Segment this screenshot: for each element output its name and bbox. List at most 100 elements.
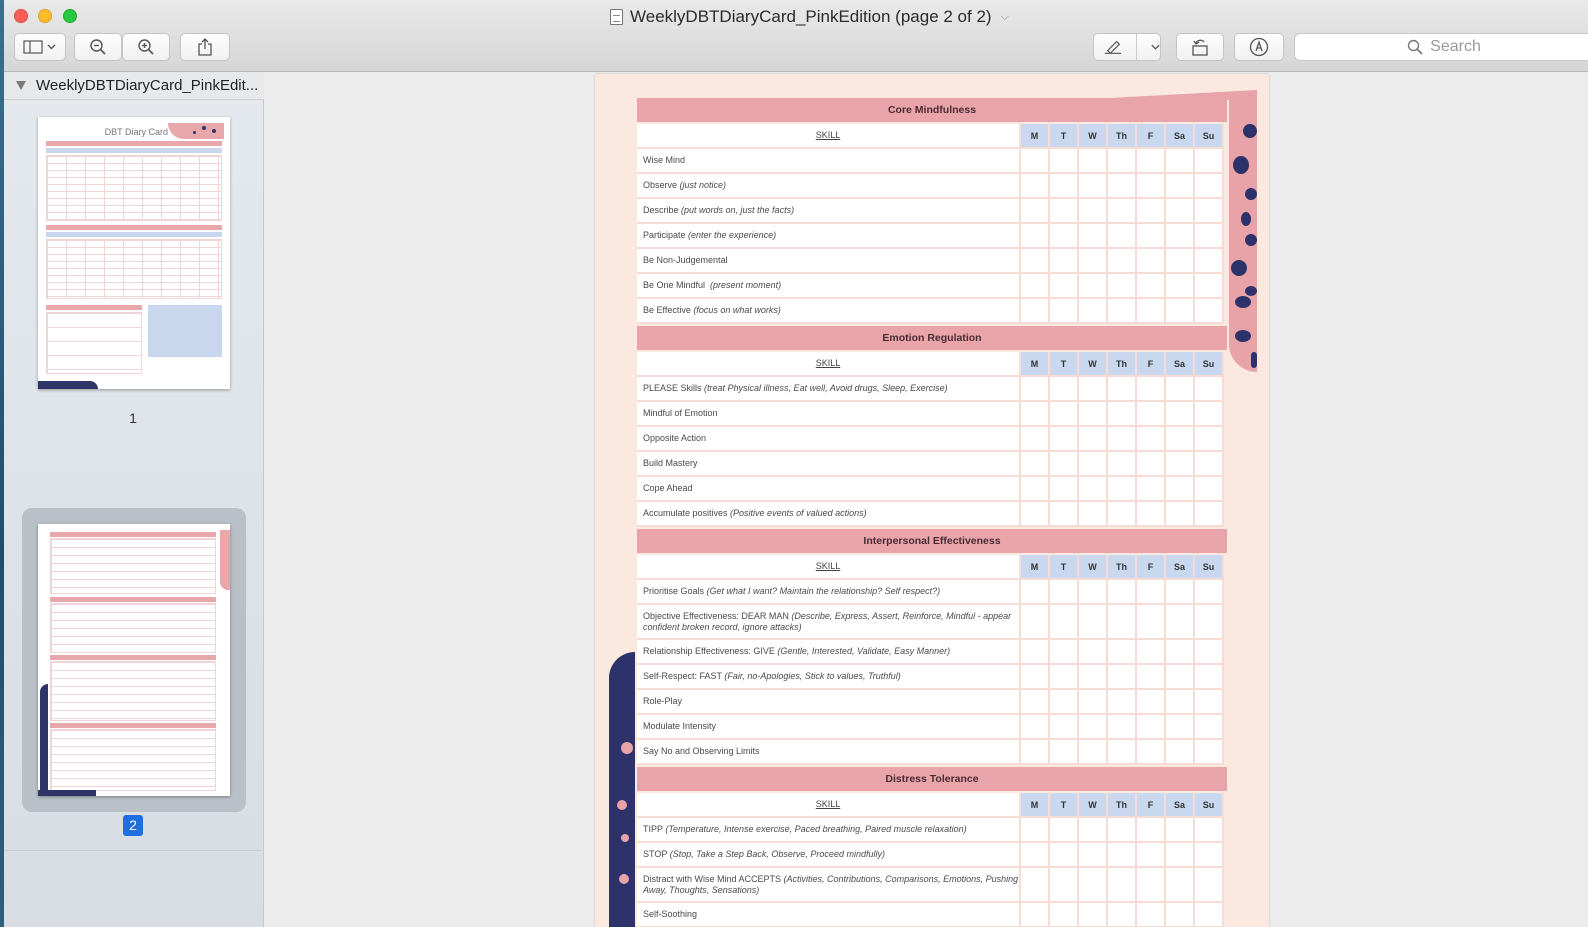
day-checkbox-cell[interactable] bbox=[1166, 690, 1195, 715]
day-checkbox-cell[interactable] bbox=[1050, 690, 1079, 715]
day-checkbox-cell[interactable] bbox=[1195, 715, 1224, 740]
day-checkbox-cell[interactable] bbox=[1137, 502, 1166, 527]
zoom-window-button[interactable] bbox=[63, 9, 77, 23]
day-checkbox-cell[interactable] bbox=[1137, 605, 1166, 640]
day-checkbox-cell[interactable] bbox=[1166, 580, 1195, 605]
day-checkbox-cell[interactable] bbox=[1166, 199, 1195, 224]
day-checkbox-cell[interactable] bbox=[1195, 818, 1224, 843]
day-checkbox-cell[interactable] bbox=[1050, 843, 1079, 868]
day-checkbox-cell[interactable] bbox=[1195, 868, 1224, 903]
day-checkbox-cell[interactable] bbox=[1079, 640, 1108, 665]
day-checkbox-cell[interactable] bbox=[1079, 818, 1108, 843]
day-checkbox-cell[interactable] bbox=[1079, 502, 1108, 527]
day-checkbox-cell[interactable] bbox=[1108, 605, 1137, 640]
day-checkbox-cell[interactable] bbox=[1195, 740, 1224, 765]
day-checkbox-cell[interactable] bbox=[1021, 502, 1050, 527]
rotate-button[interactable] bbox=[1176, 33, 1224, 61]
day-checkbox-cell[interactable] bbox=[1166, 665, 1195, 690]
zoom-out-button[interactable] bbox=[74, 33, 122, 61]
day-checkbox-cell[interactable] bbox=[1195, 843, 1224, 868]
day-checkbox-cell[interactable] bbox=[1166, 377, 1195, 402]
day-checkbox-cell[interactable] bbox=[1021, 605, 1050, 640]
day-checkbox-cell[interactable] bbox=[1079, 665, 1108, 690]
day-checkbox-cell[interactable] bbox=[1166, 640, 1195, 665]
day-checkbox-cell[interactable] bbox=[1108, 665, 1137, 690]
day-checkbox-cell[interactable] bbox=[1079, 149, 1108, 174]
day-checkbox-cell[interactable] bbox=[1108, 818, 1137, 843]
day-checkbox-cell[interactable] bbox=[1108, 452, 1137, 477]
day-checkbox-cell[interactable] bbox=[1195, 174, 1224, 199]
day-checkbox-cell[interactable] bbox=[1108, 174, 1137, 199]
day-checkbox-cell[interactable] bbox=[1195, 502, 1224, 527]
day-checkbox-cell[interactable] bbox=[1166, 149, 1195, 174]
day-checkbox-cell[interactable] bbox=[1079, 299, 1108, 324]
markup-highlight-button[interactable] bbox=[1093, 33, 1161, 61]
day-checkbox-cell[interactable] bbox=[1050, 299, 1079, 324]
day-checkbox-cell[interactable] bbox=[1166, 740, 1195, 765]
day-checkbox-cell[interactable] bbox=[1108, 299, 1137, 324]
day-checkbox-cell[interactable] bbox=[1137, 580, 1166, 605]
day-checkbox-cell[interactable] bbox=[1079, 843, 1108, 868]
day-checkbox-cell[interactable] bbox=[1050, 224, 1079, 249]
day-checkbox-cell[interactable] bbox=[1166, 452, 1195, 477]
day-checkbox-cell[interactable] bbox=[1079, 605, 1108, 640]
day-checkbox-cell[interactable] bbox=[1108, 427, 1137, 452]
day-checkbox-cell[interactable] bbox=[1166, 299, 1195, 324]
day-checkbox-cell[interactable] bbox=[1195, 665, 1224, 690]
day-checkbox-cell[interactable] bbox=[1050, 868, 1079, 903]
day-checkbox-cell[interactable] bbox=[1195, 249, 1224, 274]
day-checkbox-cell[interactable] bbox=[1079, 224, 1108, 249]
day-checkbox-cell[interactable] bbox=[1137, 274, 1166, 299]
day-checkbox-cell[interactable] bbox=[1050, 740, 1079, 765]
day-checkbox-cell[interactable] bbox=[1108, 199, 1137, 224]
day-checkbox-cell[interactable] bbox=[1108, 843, 1137, 868]
day-checkbox-cell[interactable] bbox=[1021, 843, 1050, 868]
day-checkbox-cell[interactable] bbox=[1021, 149, 1050, 174]
day-checkbox-cell[interactable] bbox=[1050, 477, 1079, 502]
day-checkbox-cell[interactable] bbox=[1050, 199, 1079, 224]
day-checkbox-cell[interactable] bbox=[1050, 580, 1079, 605]
day-checkbox-cell[interactable] bbox=[1137, 249, 1166, 274]
day-checkbox-cell[interactable] bbox=[1137, 402, 1166, 427]
day-checkbox-cell[interactable] bbox=[1021, 715, 1050, 740]
day-checkbox-cell[interactable] bbox=[1079, 477, 1108, 502]
document-view[interactable]: Core Mindfulness SKILL M T W Th F Sa Su Wise Mind… bbox=[265, 72, 1588, 927]
day-checkbox-cell[interactable] bbox=[1050, 502, 1079, 527]
day-checkbox-cell[interactable] bbox=[1137, 715, 1166, 740]
day-checkbox-cell[interactable] bbox=[1137, 903, 1166, 927]
day-checkbox-cell[interactable] bbox=[1137, 690, 1166, 715]
sidebar-document-row[interactable]: WeeklyDBTDiaryCard_PinkEdit... bbox=[4, 72, 264, 100]
day-checkbox-cell[interactable] bbox=[1137, 149, 1166, 174]
day-checkbox-cell[interactable] bbox=[1079, 199, 1108, 224]
day-checkbox-cell[interactable] bbox=[1108, 903, 1137, 927]
day-checkbox-cell[interactable] bbox=[1079, 377, 1108, 402]
day-checkbox-cell[interactable] bbox=[1166, 903, 1195, 927]
day-checkbox-cell[interactable] bbox=[1195, 402, 1224, 427]
search-field[interactable]: Search bbox=[1294, 33, 1588, 61]
share-button[interactable] bbox=[180, 33, 230, 61]
day-checkbox-cell[interactable] bbox=[1021, 690, 1050, 715]
day-checkbox-cell[interactable] bbox=[1195, 690, 1224, 715]
day-checkbox-cell[interactable] bbox=[1195, 580, 1224, 605]
day-checkbox-cell[interactable] bbox=[1108, 377, 1137, 402]
day-checkbox-cell[interactable] bbox=[1166, 477, 1195, 502]
day-checkbox-cell[interactable] bbox=[1137, 740, 1166, 765]
day-checkbox-cell[interactable] bbox=[1108, 149, 1137, 174]
day-checkbox-cell[interactable] bbox=[1050, 402, 1079, 427]
day-checkbox-cell[interactable] bbox=[1079, 452, 1108, 477]
day-checkbox-cell[interactable] bbox=[1166, 605, 1195, 640]
day-checkbox-cell[interactable] bbox=[1079, 903, 1108, 927]
day-checkbox-cell[interactable] bbox=[1050, 174, 1079, 199]
day-checkbox-cell[interactable] bbox=[1166, 427, 1195, 452]
day-checkbox-cell[interactable] bbox=[1021, 174, 1050, 199]
day-checkbox-cell[interactable] bbox=[1021, 580, 1050, 605]
day-checkbox-cell[interactable] bbox=[1021, 452, 1050, 477]
day-checkbox-cell[interactable] bbox=[1195, 903, 1224, 927]
day-checkbox-cell[interactable] bbox=[1137, 224, 1166, 249]
page-thumbnail-1[interactable]: DBT Diary Card bbox=[38, 117, 230, 389]
day-checkbox-cell[interactable] bbox=[1079, 580, 1108, 605]
day-checkbox-cell[interactable] bbox=[1195, 199, 1224, 224]
day-checkbox-cell[interactable] bbox=[1050, 452, 1079, 477]
day-checkbox-cell[interactable] bbox=[1021, 868, 1050, 903]
day-checkbox-cell[interactable] bbox=[1108, 274, 1137, 299]
